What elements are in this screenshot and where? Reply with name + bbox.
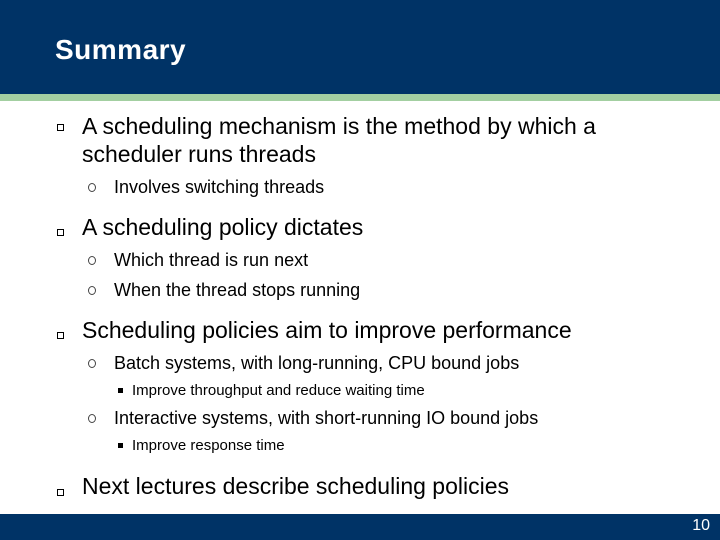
square-bullet-icon xyxy=(57,332,64,339)
small-square-bullet-icon xyxy=(118,443,123,448)
small-square-bullet-icon xyxy=(118,388,123,393)
bullet-text: When the thread stops running xyxy=(114,280,361,300)
circle-bullet-icon xyxy=(88,183,96,192)
circle-bullet-icon xyxy=(88,359,96,368)
square-bullet-icon xyxy=(57,229,64,236)
square-bullet-icon xyxy=(57,124,64,131)
slide-header: Summary xyxy=(0,0,720,94)
bullet-text: A scheduling policy dictates xyxy=(82,214,364,240)
slide-footer: 10 xyxy=(0,514,720,540)
bullet-text: A scheduling mechanism is the method by … xyxy=(82,113,596,139)
bullet-text: Interactive systems, with short-running … xyxy=(114,408,539,428)
bullet-text: Batch systems, with long-running, CPU bo… xyxy=(114,353,520,373)
bullet-text: Which thread is run next xyxy=(114,250,309,270)
circle-bullet-icon xyxy=(88,286,96,295)
slide-title: Summary xyxy=(55,34,187,65)
square-bullet-icon xyxy=(57,489,64,496)
bullet-text: Improve throughput and reduce waiting ti… xyxy=(132,382,425,399)
bullet-text: scheduler runs threads xyxy=(82,141,316,167)
bullet-text: Improve response time xyxy=(132,437,285,454)
bullet-text: Next lectures describe scheduling polici… xyxy=(82,473,509,499)
circle-bullet-icon xyxy=(88,414,96,423)
circle-bullet-icon xyxy=(88,256,96,265)
page-number: 10 xyxy=(692,517,710,534)
bullet-text: Scheduling policies aim to improve perfo… xyxy=(82,317,572,343)
accent-stripe xyxy=(0,94,720,101)
bullet-text: Involves switching threads xyxy=(114,177,325,197)
